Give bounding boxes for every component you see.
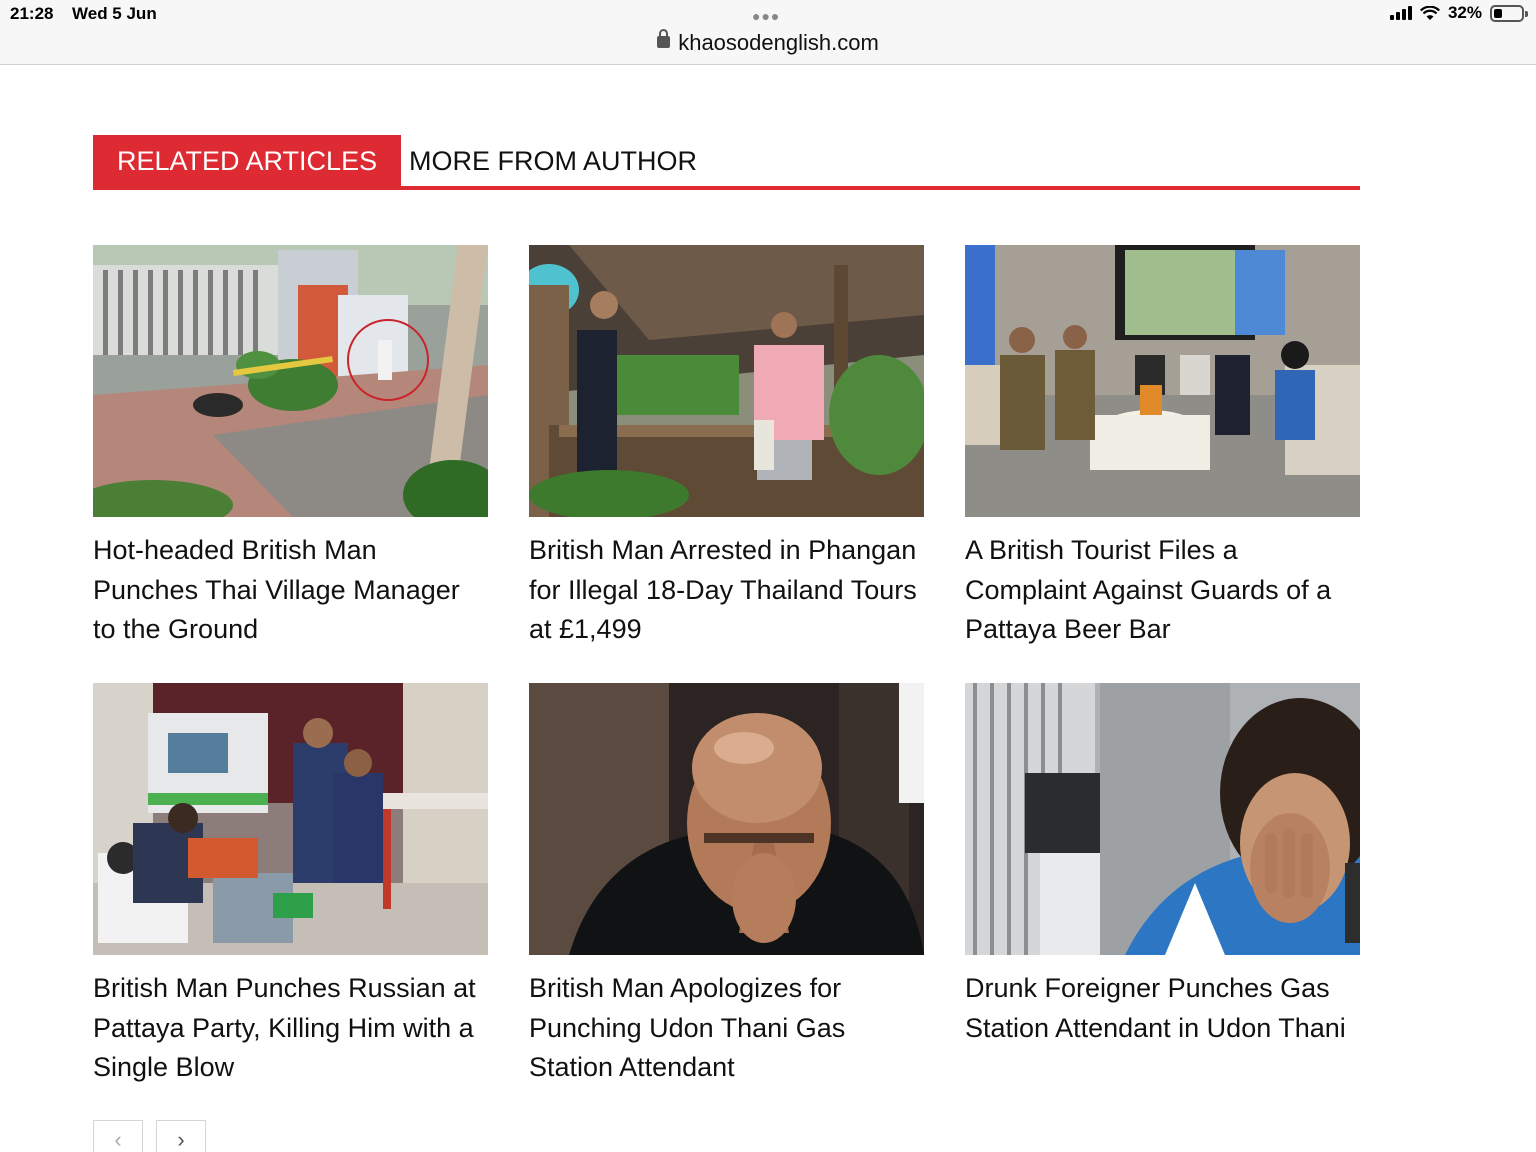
article-card[interactable]: British Man Arrested in Phangan for Ille… [529, 245, 924, 650]
address-bar[interactable]: khaosodenglish.com [0, 29, 1536, 56]
signal-icon [1389, 6, 1412, 20]
url-text: khaosodenglish.com [678, 30, 879, 55]
article-title[interactable]: British Man Punches Russian at Pattaya P… [93, 969, 488, 1088]
prev-page-button[interactable]: ‹ [93, 1120, 143, 1152]
article-tabs: RELATED ARTICLES MORE FROM AUTHOR [93, 135, 1360, 190]
battery-percent: 32% [1447, 3, 1482, 22]
article-title[interactable]: A British Tourist Files a Complaint Agai… [965, 531, 1360, 650]
article-thumbnail[interactable] [529, 245, 924, 517]
chevron-right-icon: › [177, 1127, 185, 1152]
article-card[interactable]: Drunk Foreigner Punches Gas Station Atte… [965, 683, 1360, 1048]
status-indicators: 32% [1389, 3, 1528, 23]
article-card[interactable]: A British Tourist Files a Complaint Agai… [965, 245, 1360, 650]
article-title[interactable]: Hot-headed British Man Punches Thai Vill… [93, 531, 488, 650]
article-title[interactable]: British Man Arrested in Phangan for Ille… [529, 531, 924, 650]
article-thumbnail[interactable] [965, 683, 1360, 955]
status-time: 21:28 [10, 4, 54, 23]
lock-icon [657, 29, 671, 49]
tab-more-from-author[interactable]: MORE FROM AUTHOR [409, 135, 697, 186]
article-title[interactable]: British Man Apologizes for Punching Udon… [529, 969, 924, 1088]
chevron-left-icon: ‹ [114, 1127, 122, 1152]
article-thumbnail[interactable] [529, 683, 924, 955]
article-card[interactable]: British Man Apologizes for Punching Udon… [529, 683, 924, 1088]
more-dots-icon[interactable]: ●●● [752, 8, 780, 24]
battery-icon [1490, 4, 1528, 22]
article-card[interactable]: British Man Punches Russian at Pattaya P… [93, 683, 488, 1088]
article-thumbnail[interactable] [965, 245, 1360, 517]
next-page-button[interactable]: › [156, 1120, 206, 1152]
article-card[interactable]: Hot-headed British Man Punches Thai Vill… [93, 245, 488, 650]
article-thumbnail[interactable] [93, 683, 488, 955]
wifi-icon [1419, 5, 1440, 20]
article-title[interactable]: Drunk Foreigner Punches Gas Station Atte… [965, 969, 1360, 1048]
tab-related-articles[interactable]: RELATED ARTICLES [93, 135, 402, 186]
status-date: Wed 5 Jun [72, 4, 157, 23]
browser-top-bar: 21:28 Wed 5 Jun ●●● 32% khaosodenglish.c… [0, 0, 1536, 65]
article-thumbnail[interactable] [93, 245, 488, 517]
